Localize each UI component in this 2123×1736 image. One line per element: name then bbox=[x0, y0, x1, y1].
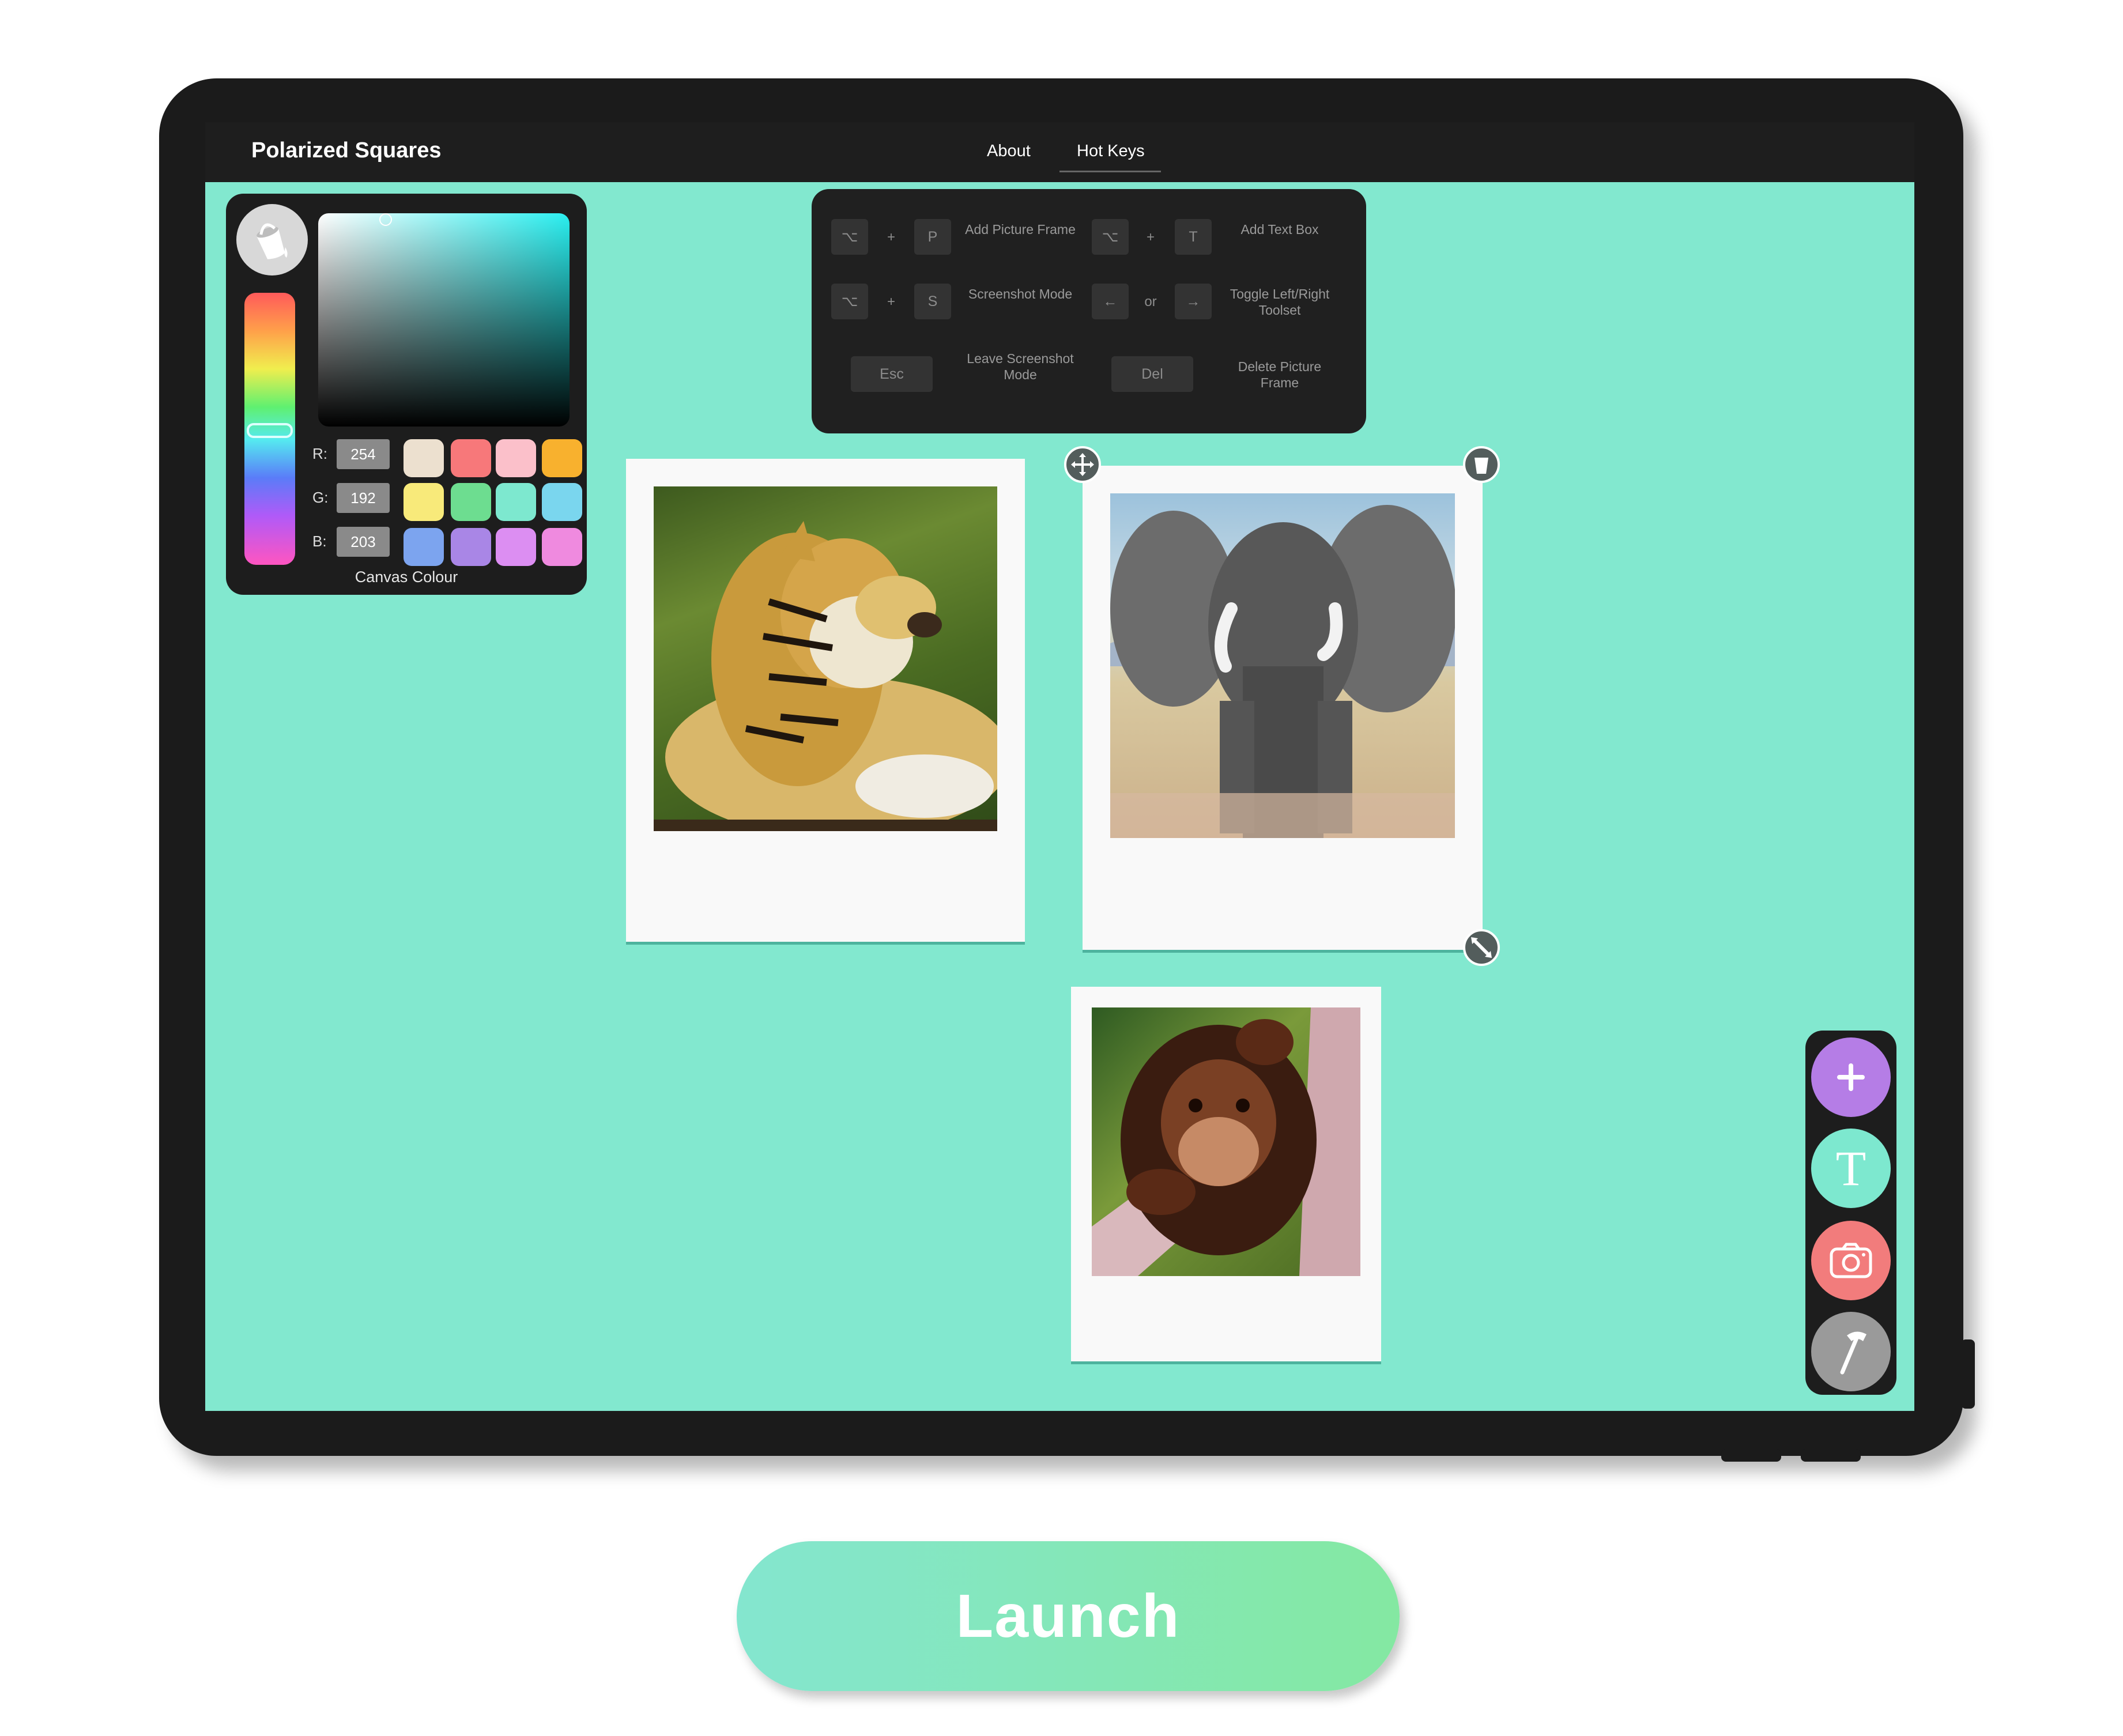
add-text-box-desc: Add Text Box bbox=[1240, 222, 1319, 237]
b-label: B: bbox=[312, 533, 327, 550]
add-picture-frame-desc: Add Picture Frame bbox=[965, 222, 1076, 237]
plus-icon bbox=[1837, 1063, 1865, 1091]
launch-button[interactable]: Launch bbox=[737, 1541, 1400, 1691]
r-label: R: bbox=[312, 445, 327, 462]
delete-picture-frame-desc: Delete Picture Frame bbox=[1238, 359, 1322, 390]
paint-bucket-icon[interactable] bbox=[236, 204, 308, 276]
resize-frame-button[interactable] bbox=[1463, 929, 1500, 966]
trash-icon bbox=[1475, 458, 1488, 474]
g-value-input[interactable]: 192 bbox=[337, 483, 390, 513]
plus-sign: + bbox=[887, 229, 895, 245]
elephant-photo bbox=[1110, 493, 1455, 838]
color-swatch[interactable] bbox=[542, 439, 582, 477]
app-title: Polarized Squares bbox=[251, 138, 442, 163]
nav-active-underline bbox=[1059, 171, 1161, 172]
saturation-value-picker[interactable] bbox=[318, 213, 570, 427]
option-key: ⌥ bbox=[831, 284, 868, 319]
resize-icon bbox=[1471, 937, 1492, 958]
color-swatch[interactable] bbox=[542, 483, 582, 521]
delete-frame-button[interactable] bbox=[1463, 446, 1500, 483]
color-swatch[interactable] bbox=[496, 483, 536, 521]
move-icon bbox=[1071, 453, 1094, 476]
color-picker-cursor[interactable] bbox=[379, 213, 392, 226]
plus-sign: + bbox=[887, 294, 895, 310]
canvas-colour-caption: Canvas Colour bbox=[355, 568, 458, 586]
color-swatch[interactable] bbox=[496, 439, 536, 477]
color-swatch[interactable] bbox=[451, 483, 491, 521]
g-label: G: bbox=[312, 489, 329, 506]
color-swatch[interactable] bbox=[542, 528, 582, 566]
color-swatch[interactable] bbox=[451, 528, 491, 566]
leave-screenshot-mode-desc: Leave Screenshot Mode bbox=[967, 351, 1074, 382]
p-key: P bbox=[914, 219, 951, 255]
r-value-input[interactable]: 254 bbox=[337, 439, 390, 469]
navbar: Polarized Squares About Hot Keys bbox=[205, 122, 1914, 182]
picture-frame[interactable] bbox=[1071, 987, 1381, 1361]
tablet-bottom-button bbox=[1801, 1449, 1861, 1462]
canvas[interactable]: R: 254 G: 192 B: 203 Canvas Colour ⌥ + P… bbox=[205, 182, 1914, 1411]
add-text-box-button[interactable]: T bbox=[1811, 1129, 1891, 1208]
left-arrow-key: ← bbox=[1092, 284, 1129, 319]
toggle-toolset-desc: Toggle Left/Right Toolset bbox=[1230, 286, 1330, 318]
move-frame-button[interactable] bbox=[1064, 446, 1101, 483]
color-swatch[interactable] bbox=[404, 439, 444, 477]
nav-hot-keys-link[interactable]: Hot Keys bbox=[1077, 142, 1145, 161]
nav-about-link[interactable]: About bbox=[987, 142, 1031, 161]
hue-slider-handle[interactable] bbox=[247, 423, 293, 438]
del-key: Del bbox=[1111, 356, 1193, 392]
option-key: ⌥ bbox=[1092, 219, 1129, 255]
color-swatch[interactable] bbox=[451, 439, 491, 477]
color-swatch[interactable] bbox=[404, 528, 444, 566]
screenshot-mode-desc: Screenshot Mode bbox=[968, 286, 1073, 301]
plus-sign: + bbox=[1146, 229, 1155, 245]
hot-keys-panel: ⌥ + P Add Picture Frame ⌥ + T Add Text B… bbox=[812, 189, 1366, 433]
tablet-side-button bbox=[1961, 1339, 1975, 1409]
option-key: ⌥ bbox=[831, 219, 868, 255]
hue-slider[interactable] bbox=[244, 293, 295, 565]
tiger-photo bbox=[654, 486, 997, 831]
t-key: T bbox=[1175, 219, 1212, 255]
or-text: or bbox=[1144, 294, 1157, 310]
color-swatch[interactable] bbox=[404, 483, 444, 521]
picture-frame[interactable] bbox=[626, 459, 1025, 942]
hammer-icon bbox=[1840, 1331, 1866, 1375]
s-key: S bbox=[914, 284, 951, 319]
camera-icon bbox=[1830, 1243, 1872, 1278]
app-screen: Polarized Squares About Hot Keys R: 254 … bbox=[205, 122, 1914, 1411]
toolset: T bbox=[1805, 1031, 1896, 1395]
add-picture-frame-button[interactable] bbox=[1811, 1037, 1891, 1117]
tools-button[interactable] bbox=[1811, 1312, 1891, 1391]
screenshot-mode-button[interactable] bbox=[1811, 1221, 1891, 1300]
canvas-colour-panel: R: 254 G: 192 B: 203 Canvas Colour bbox=[226, 194, 587, 595]
esc-key: Esc bbox=[851, 356, 933, 392]
chimpanzee-photo bbox=[1092, 1007, 1360, 1276]
right-arrow-key: → bbox=[1175, 284, 1212, 319]
picture-frame-selected[interactable] bbox=[1083, 466, 1483, 950]
text-icon: T bbox=[1835, 1141, 1866, 1196]
tablet-bottom-button bbox=[1721, 1449, 1781, 1462]
color-swatch[interactable] bbox=[496, 528, 536, 566]
b-value-input[interactable]: 203 bbox=[337, 527, 390, 557]
